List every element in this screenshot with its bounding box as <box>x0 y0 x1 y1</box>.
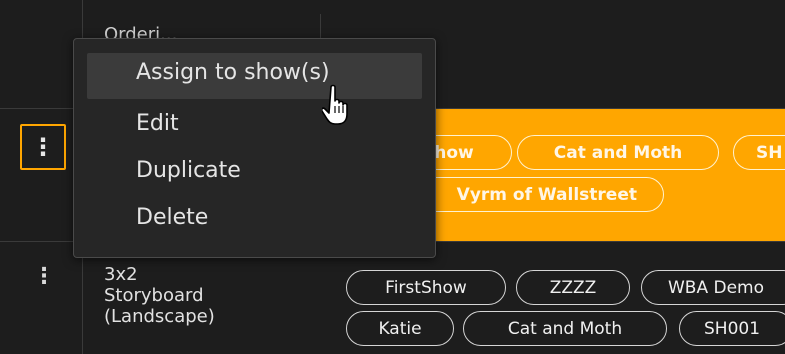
menu-item-delete[interactable]: Delete <box>136 205 208 230</box>
menu-item-duplicate[interactable]: Duplicate <box>136 158 241 183</box>
kebab-menu-icon: ⋮ <box>33 264 55 289</box>
storyboard-title: 3x2 Storyboard (Landscape) <box>104 264 215 327</box>
hand-pointer-cursor-icon <box>322 84 348 125</box>
show-chip[interactable]: FirstShow <box>346 270 506 305</box>
title-line: (Landscape) <box>104 306 215 327</box>
show-chip[interactable]: WBA Demo <box>641 270 785 305</box>
menu-item-edit[interactable]: Edit <box>136 111 179 136</box>
show-chip[interactable]: SH001 <box>679 311 785 346</box>
show-chip[interactable]: Vyrm of Wallstreet <box>396 177 664 212</box>
kebab-menu-icon: ⋮ <box>31 133 55 161</box>
row-actions-button-selected[interactable]: ⋮ <box>20 124 66 170</box>
menu-item-assign-to-shows[interactable]: Assign to show(s) <box>136 60 330 85</box>
show-chip[interactable]: SH <box>733 135 785 170</box>
row-context-menu: Assign to show(s) Edit Duplicate Delete <box>73 38 436 258</box>
show-chip[interactable]: ZZZZ <box>516 270 630 305</box>
row-actions-button[interactable]: ⋮ <box>33 264 55 289</box>
title-line: 3x2 <box>104 264 138 285</box>
show-chip[interactable]: Cat and Moth <box>463 311 667 346</box>
show-chip[interactable]: Katie <box>346 311 454 346</box>
title-line: Storyboard <box>104 285 204 306</box>
show-chip[interactable]: Cat and Moth <box>517 135 719 170</box>
